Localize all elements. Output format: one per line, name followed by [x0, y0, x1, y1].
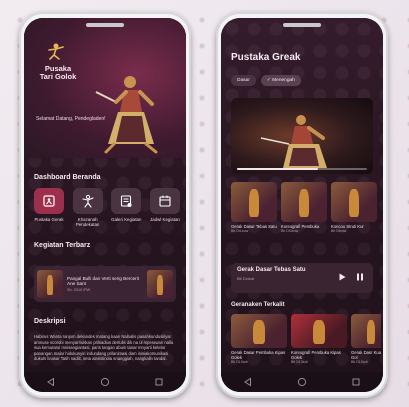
pause-icon[interactable] [355, 272, 365, 282]
carousel-thumbnail [281, 182, 327, 222]
chip-dasar[interactable]: Dasar [231, 75, 256, 86]
calendar-icon [159, 195, 171, 207]
greeting-text: Selamat Datang, Pendegladen! [36, 116, 106, 122]
play-icon[interactable] [337, 272, 347, 282]
related-sub: Bit D10sdr [291, 360, 308, 364]
news-thumbnail-right [147, 270, 173, 298]
now-playing-bar[interactable]: Gerak Dasar Tebas Satu Bit Dxtsdr [231, 263, 373, 293]
related-thumbnail [291, 314, 347, 348]
nav-recent-button[interactable] [151, 374, 167, 390]
video-frame-dancer [260, 115, 327, 168]
player-controls [337, 272, 365, 282]
carousel-sub: Bit Dt1sow [231, 229, 249, 233]
related-label: Gerak Dasar Pembuka Kipas Golek [231, 350, 286, 360]
related-carousel: Gerak Dasar Pembuka Kipas Golek Bit D10s… [231, 314, 381, 364]
video-player[interactable] [231, 98, 373, 174]
menu-tile-jadwal[interactable] [149, 188, 180, 214]
recent-square-icon [155, 378, 163, 386]
menu-tile-galeri[interactable] [111, 188, 142, 214]
level-filter: Dasar ✓ Menengah [231, 75, 301, 86]
news-text: Pangal Bulli dan Verti serig Bercerit An… [63, 276, 147, 293]
chip-menengah[interactable]: ✓ Menengah [260, 75, 301, 86]
speaker-notch [283, 23, 321, 27]
nav-back-button[interactable] [43, 374, 59, 390]
nav-home-button[interactable] [294, 374, 310, 390]
menu-item-galeri[interactable]: Galeri Kegiatan [109, 188, 143, 227]
phone-frame-library: Pustaka Greak Dasar ✓ Menengah Gerak Das… [216, 12, 388, 398]
dancer-figure-icon [82, 194, 94, 208]
news-thumbnail-left [37, 270, 63, 298]
menu-item-khazanah[interactable]: Khazanah Pendekatan [71, 188, 105, 227]
android-nav-bar [221, 372, 383, 392]
carousel-thumbnail [231, 182, 277, 222]
brand-logo: Pusaka Tari Golok [36, 42, 96, 81]
related-thumbnail [351, 314, 381, 348]
page-title: Pustaka Greak [231, 52, 301, 63]
nav-recent-button[interactable] [348, 374, 364, 390]
menu-label: Galeri Kegiatan [111, 217, 142, 222]
home-circle-icon [297, 377, 307, 387]
speaker-notch [86, 23, 124, 27]
brand-title-line2: Tari Golok [39, 72, 77, 81]
menu-item-jadwal[interactable]: Jadwl Kegiatan [148, 188, 182, 227]
back-triangle-icon [244, 377, 251, 387]
home-circle-icon [100, 377, 110, 387]
related-section-title: Geranaken Terkalit [231, 302, 285, 308]
related-item[interactable]: Gerak Dasar Pembuka Kipas Golek Bit D10s… [231, 314, 287, 364]
menu-tile-khazanah[interactable] [72, 188, 103, 214]
description-text: Habirus Wanta ranjom dekandes matang kaa… [34, 334, 174, 362]
related-item[interactable]: Gerak Dasr Kuan Gol Bit D10sdr [351, 314, 381, 364]
menu-item-pustaka-gerak[interactable]: Pustaka Gerak [32, 188, 66, 227]
related-sub: Bit D10sdr [351, 360, 368, 364]
android-nav-bar [24, 372, 186, 392]
menu-label: Pustaka Gerak [34, 217, 64, 222]
video-carousel: Gerak Dasar Tebas Satu Bit Dt1sow Koreog… [231, 182, 377, 233]
back-triangle-icon [47, 377, 54, 387]
menu-label: Khazanah Pendekatan [75, 217, 100, 227]
dashboard-title: Dashboard Beranda [34, 174, 101, 181]
menu-label: Jadwl Kegiatan [150, 217, 180, 222]
news-section-title: Kegiatan Terbarz [34, 242, 91, 249]
phone-frame-home: Pusaka Tari Golok Selamat Datang, Pendeg… [19, 12, 191, 398]
news-date: Sh. 2010 iPW [67, 288, 91, 293]
home-screen: Pusaka Tari Golok Selamat Datang, Pendeg… [24, 18, 186, 392]
dancer-logo-icon [48, 43, 64, 60]
video-progress-track[interactable] [237, 168, 367, 170]
book-dance-icon [43, 195, 55, 207]
related-label: Koreografi Pembuka Kipas Golek [291, 350, 341, 360]
related-label: Gerak Dasr Kuan Gol [351, 350, 381, 360]
news-headline: Pangal Bulli dan Verti serig Bercerit An… [67, 275, 140, 286]
nav-home-button[interactable] [97, 374, 113, 390]
dancer-hero-image [95, 76, 158, 154]
carousel-sub: Bit Dt3sow [281, 229, 299, 233]
related-sub: Bit D10sdr [231, 360, 248, 364]
gallery-icon [121, 195, 132, 207]
carousel-item[interactable]: Koreografi Pembuka Bit Dt3sow [281, 182, 327, 233]
related-item[interactable]: Koreografi Pembuka Kipas Golek Bit D10sd… [291, 314, 347, 364]
carousel-sub: Bit Dtxow [331, 229, 347, 233]
video-progress-fill [237, 168, 318, 170]
dashboard-menu: Pustaka Gerak Khazanah Pendekatan Galeri… [32, 188, 182, 227]
carousel-item[interactable]: Koncou Struti Kur Bit Dtxow [331, 182, 377, 233]
library-screen: Pustaka Greak Dasar ✓ Menengah Gerak Das… [221, 18, 383, 392]
carousel-thumbnail [331, 182, 377, 222]
recent-square-icon [352, 378, 360, 386]
related-thumbnail [231, 314, 287, 348]
carousel-item[interactable]: Gerak Dasar Tebas Satu Bit Dt1sow [231, 182, 277, 233]
news-card[interactable]: Pangal Bulli dan Verti serig Bercerit An… [34, 266, 176, 302]
nav-back-button[interactable] [240, 374, 256, 390]
description-title: Deskripsi [34, 318, 66, 325]
menu-tile-pustaka-gerak[interactable] [34, 188, 64, 214]
